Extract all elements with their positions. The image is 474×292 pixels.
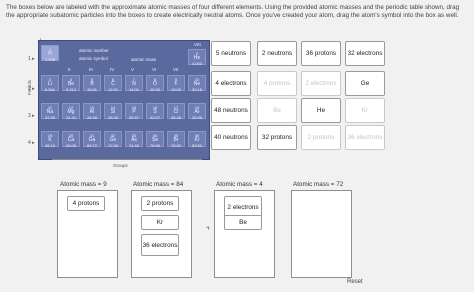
element-s: 16 S 32.07 [146,103,164,120]
element-m: 39.10 [44,143,55,148]
groups-label: Groups [113,163,128,168]
particle-tile[interactable]: 5 neutrons [211,41,251,66]
particle-tile[interactable]: Kr [345,98,385,123]
element-li: 3 Li 6.941 [41,75,59,92]
element-kr: 36 Kr 83.80 [188,131,206,148]
element-m: 26.98 [86,115,97,120]
element-m: 6.941 [44,87,55,92]
element-ar: 18 Ar 39.95 [188,103,206,120]
element-na: 11 Na 22.99 [41,103,59,120]
element-m: 9.012 [65,87,76,92]
element-f: 9 F 19.00 [167,75,185,92]
element-m: 19.00 [170,87,181,92]
element-k: 19 K 39.10 [41,131,59,148]
particle-tile[interactable]: 2 electrons [301,71,341,96]
element-m: 24.31 [65,115,76,120]
element-ca: 20 Ca 40.08 [62,131,80,148]
element-m: 12.01 [107,87,118,92]
particle-tile[interactable]: 40 neutrons [211,125,251,150]
element-n: 7 N 14.01 [125,75,143,92]
element-m: 10.81 [86,87,97,92]
element-m: 74.92 [128,143,139,148]
group-header-VIII: VIII [194,42,201,47]
drop-zone-label: Atomic mass = 84 [133,181,184,188]
element-m: 79.90 [170,143,181,148]
particle-tile[interactable]: 36 electrons [345,125,385,150]
particle-tile[interactable]: 36 protons [301,41,341,66]
drop-zone-label: Atomic mass = 4 [216,181,263,188]
particle-tile[interactable]: 32 electrons [345,41,385,66]
element-br: 35 Br 79.90 [167,131,185,148]
element-mg: 12 Mg 24.31 [62,103,80,120]
particle-tile[interactable]: 48 neutrons [211,98,251,123]
particle-tile[interactable]: 2 neutrons [257,41,297,66]
element-c: 6 C 12.01 [104,75,122,92]
instructions: The boxes below are labeled with the app… [6,4,460,20]
particle-tile[interactable]: He [301,98,341,123]
element-m: 72.59 [107,143,118,148]
periodic-table-grid: atomic number atomic symbol atomic mass … [38,40,210,160]
mouse-cursor-icon: ⌝ [206,226,210,235]
reset-button[interactable]: Reset [347,279,363,285]
placed-particle-tile[interactable]: 36 electrons [141,234,179,256]
element-al: 13 Al 26.98 [83,103,101,120]
element-si: 14 Si 28.09 [104,103,122,120]
group-header-III: III [89,67,93,72]
element-ne: 10 Ne 20.18 [188,75,206,92]
element-m: 16.00 [149,87,160,92]
element-as: 33 As 74.92 [125,131,143,148]
row-arrow-1-icon: 1 ▸ [28,56,35,62]
group-header-VII: VII [173,67,179,72]
element-ge: 32 Ge 72.59 [104,131,122,148]
element-m: 40.08 [65,143,76,148]
groups-divider [52,159,202,160]
element-m: 4.003 [191,61,202,66]
element-he: 2 He 4.003 [188,49,206,66]
particle-tile[interactable]: Be [257,98,297,123]
group-header-V: V [131,67,135,72]
legend-atomic-symbol: atomic symbol [79,56,108,61]
row-arrow-3-icon: 3 ▸ [28,113,35,119]
element-b: 5 B 10.81 [83,75,101,92]
particle-tile[interactable]: 2 protons [301,125,341,150]
particle-tile[interactable]: 4 electrons [211,71,251,96]
element-se: 34 Se 78.96 [146,131,164,148]
element-h: 1 H 1.008 [41,45,59,62]
legend-atomic-number: atomic number [79,48,109,53]
placed-particle-tile[interactable]: Kr [141,215,179,230]
placed-particle-tile[interactable]: 2 protons [141,196,179,211]
group-header-IV: IV [110,67,115,72]
element-m: 20.18 [191,87,202,92]
element-p: 15 P 30.97 [125,103,143,120]
element-cl: 17 Cl 35.45 [167,103,185,120]
element-ga: 31 Ga 69.72 [83,131,101,148]
particle-tile[interactable]: Ge [345,71,385,96]
particle-tile[interactable]: 4 protons [257,71,297,96]
atom-drop-zone[interactable] [291,190,352,278]
element-m: 78.96 [149,143,160,148]
element-m: 32.07 [149,115,160,120]
legend-atomic-mass: atomic mass [131,57,157,62]
row-arrow-2-icon: 2 ▸ [28,86,35,92]
element-m: 30.97 [128,115,139,120]
particle-tile[interactable]: 32 protons [257,125,297,150]
placed-particle-tile[interactable]: Be [224,215,262,230]
placed-particle-tile[interactable]: 4 protons [67,196,105,211]
element-m: 22.99 [44,115,55,120]
row-arrow-4-icon: 4 ▸ [28,140,35,146]
element-m: 28.09 [107,115,118,120]
drop-zone-label: Atomic mass = 72 [293,181,344,188]
element-m: 69.72 [86,143,97,148]
element-m: 83.80 [191,143,202,148]
group-header-II: II [68,67,71,72]
element-be: 4 Be 9.012 [62,75,80,92]
element-m: 35.45 [170,115,181,120]
group-header-VI: VI [152,67,157,72]
element-m: 14.01 [128,87,139,92]
element-o: 8 O 16.00 [146,75,164,92]
element-m: 39.95 [191,115,202,120]
drop-zone-label: Atomic mass = 9 [60,181,107,188]
element-m: 1.008 [44,57,55,62]
